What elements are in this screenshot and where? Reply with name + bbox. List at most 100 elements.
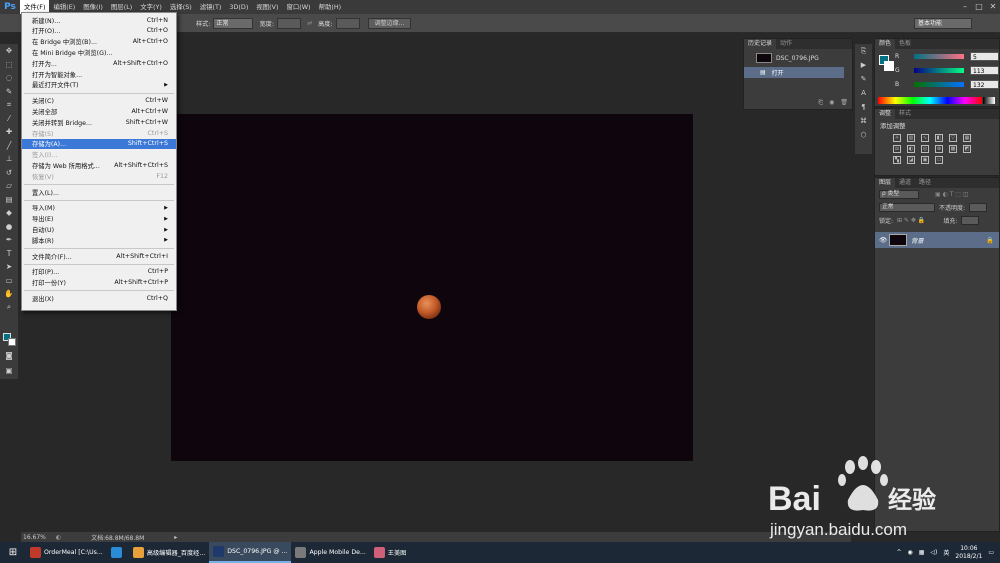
marquee-tool-icon[interactable]: ⬚ <box>0 58 18 72</box>
history-brush-tool-icon[interactable]: ↺ <box>0 166 18 180</box>
file-menu-item-3[interactable]: 在 Mini Bridge 中浏览(G)... <box>22 47 176 57</box>
zoom-tool-icon[interactable]: ⌕ <box>0 301 18 315</box>
lock-icons[interactable]: ⊞ ✎ ✥ 🔒 <box>897 217 925 224</box>
maximize-button[interactable]: □ <box>972 0 986 14</box>
clone-stamp-tool-icon[interactable]: ⊥ <box>0 152 18 166</box>
taskbar-app-0[interactable]: OrderMeal [C:\Us... <box>26 542 107 563</box>
workspace-select[interactable]: 基本功能 <box>914 18 972 29</box>
brightness-icon[interactable]: ☼ <box>893 134 901 142</box>
tab-actions[interactable]: 动作 <box>776 39 796 49</box>
filter-icons[interactable]: ▣ ◐ T ⬚ ◫ <box>935 191 969 198</box>
hand-tool-icon[interactable]: ✋ <box>0 287 18 301</box>
file-menu-item-11[interactable]: 存储为(A)... Shift+Ctrl+S <box>22 138 176 150</box>
network-icon[interactable]: ▦ <box>919 549 925 556</box>
file-menu-item-22[interactable]: 打印一份(Y) Alt+Shift+Ctrl+P <box>22 278 176 288</box>
tab-history[interactable]: 历史记录 <box>744 39 777 49</box>
tab-paths[interactable]: 路径 <box>915 178 935 188</box>
history-panel-icon[interactable]: ⎘ <box>855 44 872 58</box>
file-menu-item-21[interactable]: 打印(P)... Ctrl+P <box>22 267 176 277</box>
menu-10[interactable]: 帮助(H) <box>315 0 346 14</box>
file-menu-item-20[interactable]: 文件简介(F)... Alt+Shift+Ctrl+I <box>22 251 176 261</box>
move-tool-icon[interactable]: ✥ <box>0 44 18 58</box>
screen-mode-icon[interactable]: ▣ <box>0 364 18 378</box>
eyedropper-tool-icon[interactable]: ⁄ <box>0 112 18 126</box>
taskbar-app-3[interactable]: DSC_0796.JPG @ ... <box>209 542 292 563</box>
tray-app-icon[interactable]: ◉ <box>907 549 912 556</box>
channel-slider[interactable] <box>914 67 965 73</box>
file-menu-item-19[interactable]: 脚本(R) ▶ <box>22 235 176 245</box>
menu-7[interactable]: 3D(D) <box>225 0 252 14</box>
file-menu-item-16[interactable]: 导入(M) ▶ <box>22 203 176 213</box>
blur-tool-icon[interactable]: ◆ <box>0 206 18 220</box>
taskbar-app-1[interactable] <box>107 542 129 563</box>
channel-slider[interactable] <box>914 53 965 59</box>
new-document-from-state-icon[interactable]: ⎗ <box>818 99 823 109</box>
close-button[interactable]: ✕ <box>986 0 1000 14</box>
posterize-icon[interactable]: ▚ <box>893 156 901 164</box>
file-menu-item-0[interactable]: 新建(N)... Ctrl+N <box>22 15 176 25</box>
quick-mask-icon[interactable]: ◙ <box>0 349 18 363</box>
gradient-map-icon[interactable]: ▭ <box>935 156 943 164</box>
invert-icon[interactable]: ◩ <box>963 145 971 153</box>
taskbar-app-2[interactable]: 高级编辑器_百度经... <box>129 542 210 563</box>
crop-tool-icon[interactable]: ⌗ <box>0 98 18 112</box>
channel-value-field[interactable]: 113 <box>970 65 999 75</box>
blend-mode-select[interactable]: 正常 <box>879 203 935 212</box>
channel-value-field[interactable]: 132 <box>970 79 999 89</box>
file-menu-item-8[interactable]: 关闭全部 Alt+Ctrl+W <box>22 106 176 116</box>
zoom-level[interactable]: 16.67% <box>23 534 46 541</box>
menu-6[interactable]: 滤镜(T) <box>196 0 226 14</box>
file-menu-item-9[interactable]: 关闭并转到 Bridge... Shift+Ctrl+W <box>22 117 176 127</box>
tab-color[interactable]: 颜色 <box>875 39 896 49</box>
clock[interactable]: 10:06 2018/2/1 <box>955 545 982 561</box>
file-menu-item-7[interactable]: 关闭(C) Ctrl+W <box>22 96 176 106</box>
channel-mixer-icon[interactable]: ⊕ <box>935 145 943 153</box>
file-menu-item-23[interactable]: 退出(X) Ctrl+Q <box>22 293 176 303</box>
quick-select-tool-icon[interactable]: ✎ <box>0 85 18 99</box>
pen-tool-icon[interactable]: ✒ <box>0 233 18 247</box>
hue-saturation-icon[interactable]: ▦ <box>963 134 971 142</box>
shape-tool-icon[interactable]: ▭ <box>0 274 18 288</box>
brush-tool-icon[interactable]: ╱ <box>0 139 18 153</box>
tab-channels[interactable]: 通道 <box>895 178 915 188</box>
color-balance-icon[interactable]: ⚖ <box>893 145 901 153</box>
curves-icon[interactable]: ∿ <box>921 134 929 142</box>
grayscale-bar[interactable] <box>983 97 995 104</box>
windows-start-icon[interactable]: ⊞ <box>0 542 26 563</box>
selective-color-icon[interactable]: ▣ <box>921 156 929 164</box>
eraser-tool-icon[interactable]: ▱ <box>0 179 18 193</box>
minimize-button[interactable]: – <box>958 0 972 14</box>
threshold-icon[interactable]: ◪ <box>907 156 915 164</box>
refine-edge-button[interactable]: 调整边缘... <box>367 17 412 29</box>
file-menu-item-15[interactable]: 置入(L)... <box>22 187 176 197</box>
file-menu-item-4[interactable]: 打开为... Alt+Shift+Ctrl+O <box>22 58 176 68</box>
file-menu-item-18[interactable]: 自动(U) ▶ <box>22 224 176 235</box>
taskbar-app-5[interactable]: 王美图 <box>370 542 411 563</box>
photo-filter-icon[interactable]: ◎ <box>921 145 929 153</box>
levels-icon[interactable]: ▥ <box>907 134 915 142</box>
file-menu-item-13[interactable]: 存储为 Web 所用格式... Alt+Shift+Ctrl+S <box>22 160 176 170</box>
taskbar-app-4[interactable]: Apple Mobile De... <box>291 542 369 563</box>
ime-indicator[interactable]: 英 <box>943 548 949 557</box>
color-panel-background-swatch[interactable] <box>884 61 894 71</box>
file-menu-item-6[interactable]: 最近打开文件(T) ▶ <box>22 80 176 90</box>
brush-panel-icon[interactable]: ✎ <box>855 72 872 86</box>
history-snapshot[interactable]: DSC_0796.JPG <box>744 52 852 64</box>
visibility-eye-icon[interactable]: 👁 <box>879 236 887 244</box>
trash-icon[interactable]: 🗑 <box>840 99 848 109</box>
snapshot-camera-icon[interactable]: ◉ <box>829 99 834 109</box>
tray-chevron-icon[interactable]: ^ <box>896 549 901 556</box>
channel-value-field[interactable]: 5 <box>970 51 999 61</box>
document-image[interactable] <box>171 114 693 461</box>
channel-slider[interactable] <box>914 81 965 87</box>
gradient-tool-icon[interactable]: ▤ <box>0 193 18 207</box>
height-field[interactable] <box>335 17 360 29</box>
tab-layers[interactable]: 图层 <box>875 178 896 188</box>
layer-kind-filter[interactable]: ρ 类型 <box>879 190 919 199</box>
path-select-tool-icon[interactable]: ➤ <box>0 260 18 274</box>
lasso-tool-icon[interactable]: ◌ <box>0 71 18 85</box>
layer-row-background[interactable]: 👁 背景 🔒 <box>875 232 999 248</box>
file-menu-item-2[interactable]: 在 Bridge 中浏览(B)... Alt+Ctrl+O <box>22 37 176 47</box>
history-state-row[interactable]: ▤ 打开 <box>744 67 844 78</box>
background-color-swatch[interactable] <box>8 338 16 346</box>
